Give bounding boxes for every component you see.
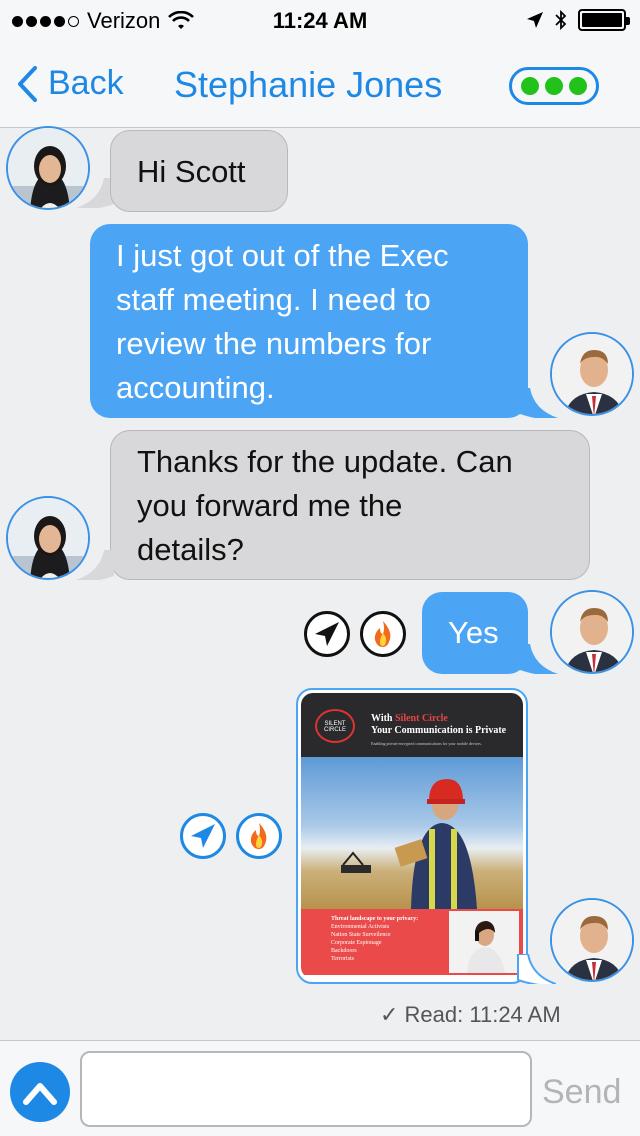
message-bubble-outgoing[interactable]: Yes	[422, 592, 528, 674]
chevron-up-icon	[23, 1083, 57, 1105]
message-bubble-outgoing[interactable]: I just got out of the Exec staff meeting…	[90, 224, 528, 418]
oil-field-worker-image	[341, 779, 477, 909]
headline-line2: Your Communication is Private	[371, 725, 507, 736]
message-bubble-incoming[interactable]: Hi Scott	[110, 130, 288, 212]
chevron-left-icon	[18, 65, 37, 102]
message-input[interactable]	[80, 1051, 532, 1127]
read-receipt: ✓ Read: 11:24 AM	[380, 1002, 561, 1027]
burn-timer-icon[interactable]	[360, 611, 406, 657]
location-share-icon[interactable]	[304, 611, 350, 657]
threat-list: Threat landscape to your privacy: Enviro…	[331, 915, 418, 963]
contact-avatar[interactable]	[6, 496, 90, 580]
document-header: SILENT CIRCLE With Silent Circle Your Co…	[301, 693, 523, 757]
back-button[interactable]: Back	[16, 64, 124, 103]
bubble-tail	[520, 644, 558, 674]
threat-item: Environmental Activists	[331, 924, 390, 930]
message-line: staff meeting. I need to	[116, 282, 431, 317]
headline-brand: Silent Circle	[395, 713, 448, 724]
message-text: Yes	[448, 615, 499, 650]
location-share-icon[interactable]	[180, 813, 226, 859]
user-avatar[interactable]	[550, 898, 634, 982]
document-thumbnail[interactable]: SILENT CIRCLE With Silent Circle Your Co…	[301, 693, 523, 979]
bubble-tail	[517, 954, 556, 984]
threat-item: Terrorists	[331, 956, 354, 962]
threat-item: Nation State Surveilence	[331, 932, 391, 938]
message-line: review the numbers for	[116, 326, 432, 361]
burn-timer-icon[interactable]	[236, 813, 282, 859]
message-line: details?	[137, 532, 244, 567]
send-button[interactable]: Send	[542, 1073, 621, 1112]
bluetooth-icon	[555, 9, 567, 31]
contact-name-title[interactable]: Stephanie Jones	[174, 64, 442, 106]
more-options-button[interactable]	[509, 67, 599, 105]
document-headline: With Silent Circle Your Communication is…	[371, 713, 506, 750]
headline-subtitle: Enabling private encrypted communication…	[371, 741, 482, 746]
user-avatar[interactable]	[550, 590, 634, 674]
woman-portrait-icon	[8, 498, 88, 578]
man-portrait-icon	[552, 592, 632, 672]
message-line: accounting.	[116, 370, 275, 405]
navigation-bar: Back Stephanie Jones	[0, 40, 640, 128]
bubble-tail	[520, 388, 558, 418]
status-right	[526, 9, 630, 31]
attach-options-button[interactable]	[10, 1062, 70, 1122]
silent-circle-logo: SILENT CIRCLE	[315, 709, 355, 743]
message-line: Thanks for the update. Can	[137, 444, 513, 479]
worker-photo	[301, 757, 523, 909]
threat-item: Backdoors	[331, 948, 357, 954]
user-avatar[interactable]	[550, 332, 634, 416]
status-dot	[569, 77, 587, 95]
location-arrow-icon	[527, 12, 543, 28]
message-line: you forward me the	[137, 488, 403, 523]
message-composer: Send	[0, 1040, 640, 1136]
status-dot	[545, 77, 563, 95]
attachment-bubble[interactable]: SILENT CIRCLE With Silent Circle Your Co…	[296, 688, 528, 984]
woman-on-phone-image	[449, 911, 519, 973]
man-portrait-icon	[552, 334, 632, 414]
message-bubble-incoming[interactable]: Thanks for the update. Can you forward m…	[110, 430, 590, 580]
status-dot	[521, 77, 539, 95]
message-line: I just got out of the Exec	[116, 238, 449, 273]
message-text: Hi Scott	[137, 154, 246, 189]
threat-item: Corporate Espionage	[331, 940, 382, 946]
threat-title: Threat landscape to your privacy:	[331, 916, 419, 922]
battery-icon	[578, 9, 630, 31]
headline-prefix: With	[371, 713, 395, 724]
back-label: Back	[48, 64, 124, 102]
status-bar: Verizon 11:24 AM	[0, 0, 640, 40]
man-portrait-icon	[552, 900, 632, 980]
document-footer: Threat landscape to your privacy: Enviro…	[301, 909, 523, 975]
